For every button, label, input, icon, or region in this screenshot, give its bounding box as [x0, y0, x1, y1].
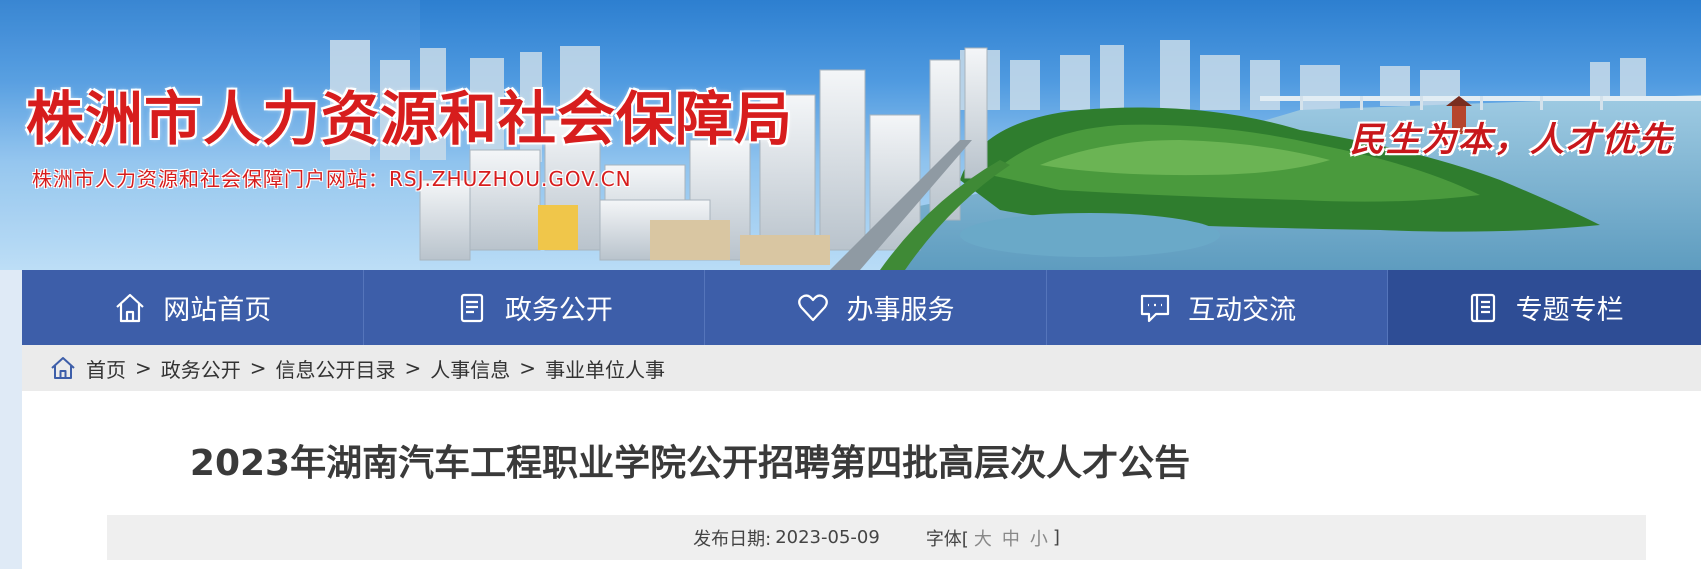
document-icon	[455, 291, 489, 325]
nav-item-home[interactable]: 网站首页	[22, 270, 364, 345]
article-title: 2023年湖南汽车工程职业学院公开招聘第四批高层次人才公告	[189, 443, 1191, 484]
font-size-medium-button[interactable]: 中	[1002, 525, 1020, 551]
nav-item-label: 办事服务	[846, 295, 955, 326]
nav-item-open-government[interactable]: 政务公开	[364, 270, 706, 345]
breadcrumb-personnel-info[interactable]: 人事信息	[430, 354, 510, 383]
font-size-close-bracket: ]	[1052, 527, 1060, 548]
header-banner: 株洲市人力资源和社会保障局 株洲市人力资源和社会保障门户网站：RSJ.ZHUZH…	[0, 0, 1701, 270]
breadcrumb-info-catalog[interactable]: 信息公开目录	[276, 354, 396, 383]
book-icon	[1466, 291, 1500, 325]
home-icon	[113, 291, 147, 325]
breadcrumb-open-government[interactable]: 政务公开	[161, 354, 241, 383]
heart-icon	[796, 291, 830, 325]
breadcrumb-public-institution-personnel[interactable]: 事业单位人事	[545, 354, 665, 383]
publish-date: 2023-05-09	[775, 527, 880, 548]
content-area: 首页 > 政务公开 > 信息公开目录 > 人事信息 > 事业单位人事 2023年…	[22, 345, 1701, 569]
breadcrumb-separator: >	[135, 356, 152, 380]
nav-item-services[interactable]: 办事服务	[705, 270, 1047, 345]
breadcrumb-separator: >	[519, 356, 537, 380]
slogan: 民生为本，人才优先	[1350, 120, 1674, 160]
nav-item-label: 互动交流	[1188, 295, 1297, 326]
breadcrumb-separator: >	[249, 356, 267, 380]
breadcrumb-home[interactable]: 首页	[86, 354, 126, 383]
font-size-large-button[interactable]: 大	[974, 525, 992, 551]
home-icon	[50, 355, 76, 381]
breadcrumb: 首页 > 政务公开 > 信息公开目录 > 人事信息 > 事业单位人事	[22, 345, 1701, 391]
nav-item-label: 网站首页	[163, 295, 272, 326]
font-size-small-button[interactable]: 小	[1030, 525, 1048, 551]
article-meta: 发布日期: 2023-05-09 字体[ 大 中 小 ]	[107, 515, 1646, 560]
breadcrumb-separator: >	[404, 356, 422, 380]
publish-date-label: 发布日期:	[693, 528, 772, 550]
font-size-label: 字体[	[925, 528, 969, 550]
chat-icon	[1138, 291, 1172, 325]
site-title: 株洲市人力资源和社会保障局	[26, 85, 794, 153]
nav-item-label: 专题专栏	[1515, 295, 1624, 326]
main-nav: 网站首页 政务公开 办事服务 互动交流 专题专栏	[22, 270, 1701, 345]
nav-item-special-topics[interactable]: 专题专栏	[1388, 270, 1701, 345]
site-subtitle: 株洲市人力资源和社会保障门户网站：RSJ.ZHUZHOU.GOV.CN	[32, 167, 632, 191]
nav-item-label: 政务公开	[504, 295, 613, 326]
nav-item-interaction[interactable]: 互动交流	[1047, 270, 1389, 345]
